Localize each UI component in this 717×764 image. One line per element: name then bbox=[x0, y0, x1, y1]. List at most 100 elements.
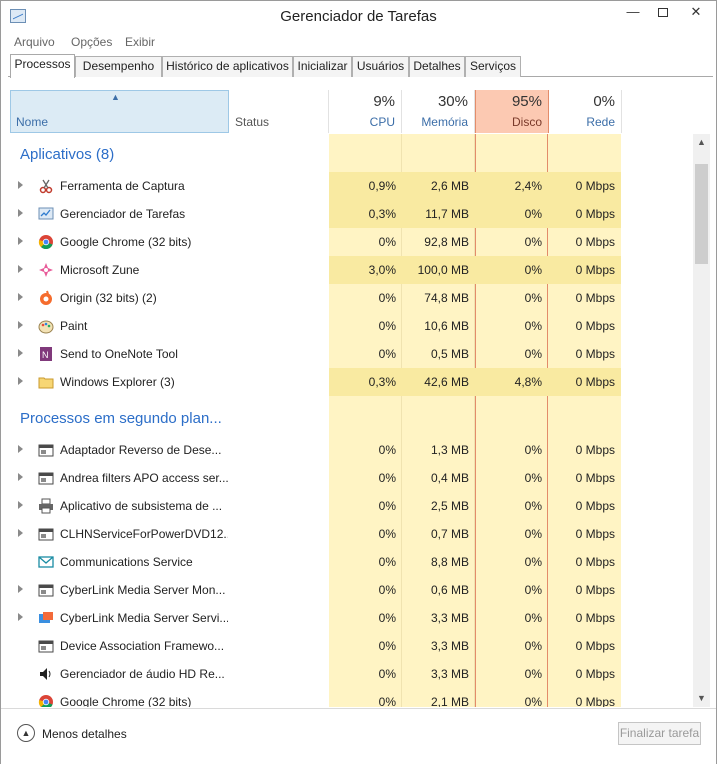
service-window-icon bbox=[38, 582, 54, 598]
process-disk: 0% bbox=[524, 639, 542, 653]
expand-chevron-icon[interactable] bbox=[18, 501, 23, 509]
process-cpu: 0% bbox=[378, 583, 396, 597]
process-memory: 0,6 MB bbox=[430, 583, 469, 597]
expand-chevron-icon[interactable] bbox=[18, 473, 23, 481]
process-row[interactable]: CLHNServiceForPowerDVD12... 0% 0,7 MB 0% 0 M… bbox=[10, 520, 693, 548]
cpu-total-percent: 9% bbox=[373, 93, 395, 110]
process-name: Paint bbox=[60, 319, 88, 333]
process-cpu: 0,3% bbox=[368, 375, 396, 389]
process-name: CyberLink Media Server Mon... bbox=[60, 583, 226, 597]
group-header[interactable]: Processos em segundo plan... bbox=[20, 404, 222, 434]
tab-desempenho[interactable]: Desempenho bbox=[75, 56, 162, 77]
tab-detalhes[interactable]: Detalhes bbox=[409, 56, 465, 77]
vertical-scrollbar[interactable]: ▲ ▼ bbox=[693, 134, 710, 707]
close-button[interactable]: ✕ bbox=[677, 1, 715, 23]
process-row[interactable]: Windows Explorer (3) 0,3% 42,6 MB 4,8% 0 Mbp… bbox=[10, 368, 693, 396]
process-name: Google Chrome (32 bits) bbox=[60, 695, 192, 707]
process-disk: 2,4% bbox=[514, 179, 542, 193]
process-row[interactable]: Paint 0% 10,6 MB 0% 0 Mbps bbox=[10, 312, 693, 340]
process-network: 0 Mbps bbox=[575, 555, 615, 569]
tab-servicos[interactable]: Serviços bbox=[465, 56, 521, 77]
process-row[interactable]: N Send to OneNote Tool 0% 0,5 MB 0% 0 Mbps bbox=[10, 340, 693, 368]
process-name: Gerenciador de áudio HD Re... bbox=[60, 667, 225, 681]
process-name: Adaptador Reverso de Dese... bbox=[60, 443, 222, 457]
column-header-cpu[interactable]: 9% CPU bbox=[329, 90, 402, 133]
column-header-status[interactable]: Status bbox=[229, 90, 329, 133]
scrollbar-thumb[interactable] bbox=[695, 164, 708, 264]
process-cpu: 0,9% bbox=[368, 179, 396, 193]
column-memory-label: Memória bbox=[421, 115, 468, 129]
process-network: 0 Mbps bbox=[575, 639, 615, 653]
service-window-icon bbox=[38, 442, 54, 458]
process-row[interactable]: Google Chrome (32 bits) 0% 2,1 MB 0% 0 Mbps bbox=[10, 688, 693, 707]
process-row[interactable]: Gerenciador de áudio HD Re... 0% 3,3 MB 0% 0… bbox=[10, 660, 693, 688]
process-memory: 42,6 MB bbox=[424, 375, 469, 389]
process-cpu: 0% bbox=[378, 319, 396, 333]
end-task-button[interactable]: Finalizar tarefa bbox=[618, 722, 701, 745]
menu-exibir[interactable]: Exibir bbox=[125, 35, 155, 49]
process-memory: 92,8 MB bbox=[424, 235, 469, 249]
title-bar[interactable]: Gerenciador de Tarefas — ✕ bbox=[1, 1, 716, 32]
process-row[interactable]: Communications Service 0% 8,8 MB 0% 0 Mbps bbox=[10, 548, 693, 576]
process-memory: 10,6 MB bbox=[424, 319, 469, 333]
expand-chevron-icon[interactable] bbox=[18, 209, 23, 217]
menu-arquivo[interactable]: Arquivo bbox=[14, 35, 55, 49]
process-row[interactable]: Ferramenta de Captura 0,9% 2,6 MB 2,4% 0 Mbp… bbox=[10, 172, 693, 200]
expand-chevron-icon[interactable] bbox=[18, 265, 23, 273]
column-header-name[interactable]: ▲ Nome bbox=[10, 90, 229, 133]
process-row[interactable]: Andrea filters APO access ser... 0% 0,4 MB… bbox=[10, 464, 693, 492]
process-network: 0 Mbps bbox=[575, 207, 615, 221]
process-cpu: 0% bbox=[378, 347, 396, 361]
process-memory: 3,3 MB bbox=[430, 611, 469, 625]
column-header-network[interactable]: 0% Rede bbox=[549, 90, 622, 133]
process-disk: 0% bbox=[524, 583, 542, 597]
column-disk-label: Disco bbox=[511, 115, 542, 129]
expand-chevron-icon[interactable] bbox=[18, 445, 23, 453]
expand-chevron-icon[interactable] bbox=[18, 181, 23, 189]
process-memory: 2,5 MB bbox=[430, 499, 469, 513]
process-memory: 2,1 MB bbox=[430, 695, 469, 707]
tab-bar: Processos Desempenho Histórico de aplica… bbox=[8, 54, 713, 78]
scroll-down-icon[interactable]: ▼ bbox=[693, 690, 710, 707]
process-cpu: 0% bbox=[378, 639, 396, 653]
process-name: Communications Service bbox=[60, 555, 193, 569]
tab-historico[interactable]: Histórico de aplicativos bbox=[162, 56, 293, 77]
less-details-link[interactable]: Menos detalhes bbox=[42, 727, 127, 741]
expand-chevron-icon[interactable] bbox=[18, 349, 23, 357]
process-row[interactable]: Google Chrome (32 bits) 0% 92,8 MB 0% 0 Mbps bbox=[10, 228, 693, 256]
tab-processos[interactable]: Processos bbox=[10, 54, 75, 78]
group-header[interactable]: Aplicativos (8) bbox=[20, 140, 114, 170]
expand-chevron-icon[interactable] bbox=[18, 529, 23, 537]
process-row[interactable]: Device Association Framewo... 0% 3,3 MB 0% 0… bbox=[10, 632, 693, 660]
column-header-disk[interactable]: 95% Disco bbox=[475, 90, 549, 133]
mail-icon bbox=[38, 554, 54, 570]
process-row[interactable]: Gerenciador de Tarefas 0,3% 11,7 MB 0% 0 Mbp… bbox=[10, 200, 693, 228]
tab-inicializar[interactable]: Inicializar bbox=[293, 56, 352, 77]
scroll-up-icon[interactable]: ▲ bbox=[693, 134, 710, 151]
column-header-memory[interactable]: 30% Memória bbox=[402, 90, 475, 133]
process-row[interactable]: Origin (32 bits) (2) 0% 74,8 MB 0% 0 Mbps bbox=[10, 284, 693, 312]
process-cpu: 0% bbox=[378, 443, 396, 457]
process-row[interactable]: CyberLink Media Server Servi... 0% 3,3 MB 0… bbox=[10, 604, 693, 632]
process-cpu: 0% bbox=[378, 695, 396, 707]
expand-chevron-icon[interactable] bbox=[18, 377, 23, 385]
expand-chevron-icon[interactable] bbox=[18, 613, 23, 621]
process-row[interactable]: Adaptador Reverso de Dese... 0% 1,3 MB 0% 0 … bbox=[10, 436, 693, 464]
process-cpu: 0% bbox=[378, 611, 396, 625]
process-cpu: 0,3% bbox=[368, 207, 396, 221]
process-row[interactable]: Microsoft Zune 3,0% 100,0 MB 0% 0 Mbps bbox=[10, 256, 693, 284]
expand-chevron-icon[interactable] bbox=[18, 293, 23, 301]
process-row[interactable]: CyberLink Media Server Mon... 0% 0,6 MB 0% 0… bbox=[10, 576, 693, 604]
expand-chevron-icon[interactable] bbox=[18, 237, 23, 245]
minimize-button[interactable]: — bbox=[618, 1, 648, 23]
maximize-button[interactable] bbox=[648, 1, 678, 23]
process-row[interactable]: Aplicativo de subsistema de ... 0% 2,5 MB 0… bbox=[10, 492, 693, 520]
chevron-up-circle-icon[interactable]: ▲ bbox=[17, 724, 35, 742]
process-memory: 0,5 MB bbox=[430, 347, 469, 361]
expand-chevron-icon[interactable] bbox=[18, 585, 23, 593]
process-list: Aplicativos (8) Ferramenta de Captura 0,9%… bbox=[10, 134, 693, 707]
menu-opcoes[interactable]: Opções bbox=[71, 35, 112, 49]
process-disk: 0% bbox=[524, 347, 542, 361]
tab-usuarios[interactable]: Usuários bbox=[352, 56, 409, 77]
expand-chevron-icon[interactable] bbox=[18, 321, 23, 329]
